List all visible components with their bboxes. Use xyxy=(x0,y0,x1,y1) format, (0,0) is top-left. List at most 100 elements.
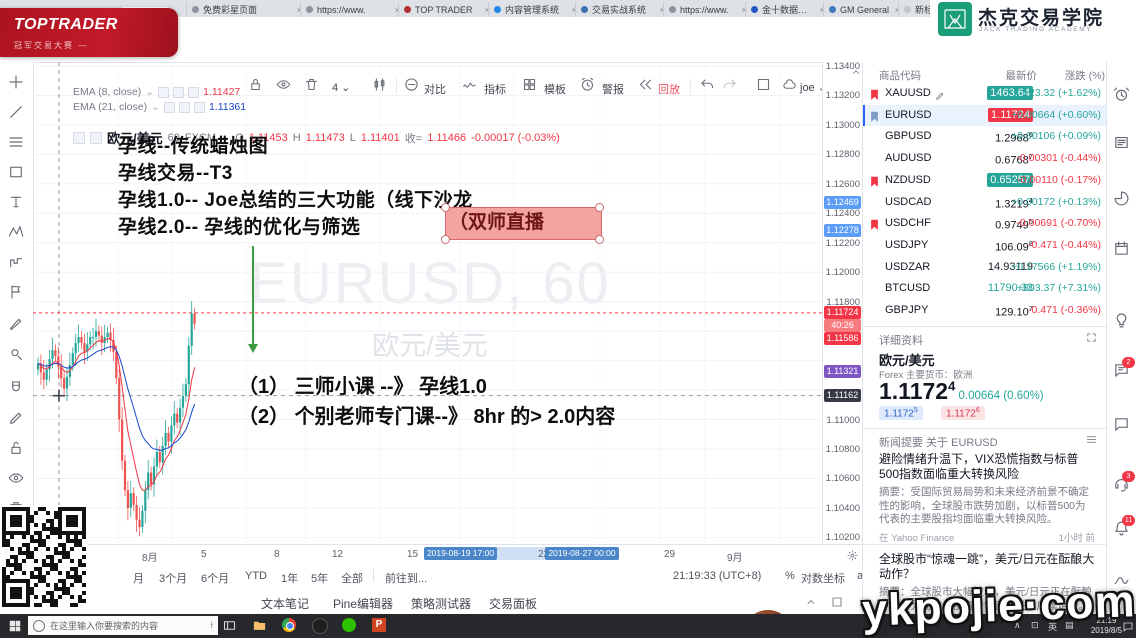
bid-chip[interactable]: 1.11725 xyxy=(879,406,923,420)
watchlist-symbol[interactable]: USDZAR xyxy=(885,261,930,273)
browser-tab[interactable]: GM General× xyxy=(823,2,905,17)
watchlist-row[interactable]: EURUSD1.11724+0.00664 (+0.60%) xyxy=(863,105,1107,127)
chevron-down-icon[interactable]: ⌄ xyxy=(151,101,160,113)
selection-handle[interactable] xyxy=(441,235,450,244)
close-icon[interactable] xyxy=(194,102,205,113)
private-chat-icon[interactable] xyxy=(1113,416,1130,438)
forecast-icon[interactable] xyxy=(8,254,24,275)
panel-tab-1[interactable]: Pine编辑器 xyxy=(333,595,393,612)
eye-icon[interactable] xyxy=(158,87,169,98)
range-tab[interactable]: 6个月 xyxy=(201,570,229,586)
watchlist-row[interactable]: USDCAD1.32194+0.00172 (+0.13%) xyxy=(863,192,1107,214)
fib-icon[interactable] xyxy=(8,134,24,155)
ema8-label[interactable]: EMA (8, close) xyxy=(73,86,141,98)
watchlist-symbol[interactable]: BTCUSD xyxy=(885,282,930,294)
calendar-icon[interactable] xyxy=(1113,240,1130,262)
crosshair-icon[interactable] xyxy=(8,74,24,95)
time-axis[interactable]: 8月58121522299月2019-08-19 17:002019-08-27… xyxy=(33,544,862,563)
browser-tab[interactable]: 内容管理系统× xyxy=(488,2,582,17)
selection-handle[interactable] xyxy=(595,203,604,212)
draw-icon[interactable] xyxy=(8,410,24,431)
watchlist-symbol[interactable]: NZDUSD xyxy=(885,174,931,186)
panel-tab-2[interactable]: 策略测试器 xyxy=(411,595,471,612)
wechat-icon[interactable] xyxy=(342,618,356,632)
ema21-label[interactable]: EMA (21, close) xyxy=(73,101,147,113)
news-menu-icon[interactable] xyxy=(1086,432,1097,450)
price-axis[interactable]: 1.134001.132001.130001.128001.126001.124… xyxy=(822,62,863,544)
gear-icon[interactable] xyxy=(173,87,184,98)
chart-plot-area[interactable]: EURUSD, 60 欧元/美元 欧元/美元 60 FXCM ⌄ O1.1145… xyxy=(33,62,823,544)
alerts-icon[interactable] xyxy=(1113,86,1130,108)
browser-tab[interactable]: 交易实战系统× xyxy=(575,2,670,17)
watchlist-symbol[interactable]: USDJPY xyxy=(885,239,928,251)
collapse-panel-icon[interactable] xyxy=(805,595,817,613)
browser-tab[interactable]: 金十数据中心× xyxy=(745,2,830,17)
highlight-box[interactable]: （双师直播 xyxy=(445,207,602,240)
watchlist-symbol[interactable]: AUDUSD xyxy=(885,152,931,164)
ask-chip[interactable]: 1.11726 xyxy=(941,406,985,420)
panel-tab-3[interactable]: 交易面板 xyxy=(489,595,537,612)
text-tool-icon[interactable] xyxy=(8,194,24,215)
chevron-down-icon[interactable]: ⌄ xyxy=(145,86,154,98)
legend-collapse-icon[interactable] xyxy=(73,132,85,144)
panel-tab-0[interactable]: 文本笔记 xyxy=(261,595,309,612)
percent-scale-button[interactable]: % xyxy=(785,570,795,582)
data-window-icon[interactable] xyxy=(1113,134,1130,156)
flag-icon[interactable] xyxy=(870,175,879,193)
mic-icon[interactable]: ⟊ xyxy=(210,620,213,631)
shapes-icon[interactable] xyxy=(8,164,24,185)
ema8-row[interactable]: EMA (8, close) ⌄ 1.11427 xyxy=(73,86,240,98)
hide-drawings-icon[interactable] xyxy=(8,470,24,491)
range-tab[interactable]: YTD xyxy=(245,570,267,582)
edit-pencil-icon[interactable] xyxy=(935,88,945,106)
watchlist-row[interactable]: USDJPY106.098-0.471 (-0.44%) xyxy=(863,235,1107,257)
start-button[interactable] xyxy=(8,619,22,638)
browser-tab[interactable]: https://www.× xyxy=(663,2,752,17)
close-icon[interactable] xyxy=(188,87,199,98)
watchlist-row[interactable]: USDCHF0.97495-0.00691 (-0.70%) xyxy=(863,213,1107,235)
zoom-icon[interactable] xyxy=(8,346,24,367)
task-view-icon[interactable] xyxy=(222,618,237,638)
ideas-icon[interactable] xyxy=(1113,312,1130,334)
log-scale-button[interactable]: 对数坐标 xyxy=(801,570,845,586)
watchlist-row[interactable]: BTCUSD11790.33+803.37 (+7.31%) xyxy=(863,278,1107,300)
gear-icon[interactable] xyxy=(179,102,190,113)
flag-icon[interactable] xyxy=(870,110,879,128)
obs-icon[interactable] xyxy=(312,618,328,634)
watchlist-row[interactable]: GBPUSD1.29686+0.00106 (+0.09%) xyxy=(863,126,1107,148)
powerpoint-icon[interactable]: P xyxy=(372,618,386,632)
expand-icon[interactable] xyxy=(1086,330,1097,348)
watchlist-row[interactable]: GBPJPY129.107-0.471 (-0.36%) xyxy=(863,300,1107,322)
selection-handle[interactable] xyxy=(595,235,604,244)
flag-icon[interactable] xyxy=(870,88,879,106)
watchlist-symbol[interactable]: USDCHF xyxy=(885,217,931,229)
hotlists-icon[interactable] xyxy=(1113,190,1130,212)
maximize-panel-icon[interactable] xyxy=(831,595,843,613)
flag-icon[interactable] xyxy=(870,218,879,236)
watchlist-symbol[interactable]: GBPJPY xyxy=(885,304,928,316)
magnet-icon[interactable] xyxy=(8,380,24,401)
trendline-icon[interactable] xyxy=(8,104,24,125)
range-tab[interactable]: 全部 xyxy=(341,570,363,586)
watchlist-symbol[interactable]: USDCAD xyxy=(885,196,931,208)
range-tab[interactable]: 5年 xyxy=(311,570,328,586)
unlock-icon[interactable] xyxy=(8,440,24,461)
watchlist-symbol[interactable]: EURUSD xyxy=(885,109,931,121)
legend-chart-icon[interactable] xyxy=(90,132,102,144)
range-tab[interactable]: 月 xyxy=(133,570,144,586)
xabcd-icon[interactable] xyxy=(8,224,24,245)
axis-collapse-icon[interactable] xyxy=(851,64,861,82)
browser-tab[interactable]: 免费彩星页面× xyxy=(186,2,307,17)
chrome-icon[interactable] xyxy=(282,618,296,632)
range-tab[interactable]: 3个月 xyxy=(159,570,187,586)
range-tab[interactable]: 1年 xyxy=(281,570,298,586)
taskbar-search[interactable]: 在这里输入你要搜索的内容 ⟊ xyxy=(28,616,218,635)
browser-tab[interactable]: TOP TRADER× xyxy=(398,2,495,17)
watchlist-row[interactable]: AUDUSD0.67687-0.00301 (-0.44%) xyxy=(863,148,1107,170)
browser-tab[interactable]: https://www.× xyxy=(300,2,405,17)
eye-icon[interactable] xyxy=(164,102,175,113)
watchlist-symbol[interactable]: GBPUSD xyxy=(885,130,931,142)
watchlist-row[interactable]: XAUUSD1463.64+23.32 (+1.62%) xyxy=(863,83,1107,105)
watchlist-row[interactable]: NZDUSD0.65257-0.00110 (-0.17%) xyxy=(863,170,1107,192)
flag-tool-icon[interactable] xyxy=(8,284,24,305)
